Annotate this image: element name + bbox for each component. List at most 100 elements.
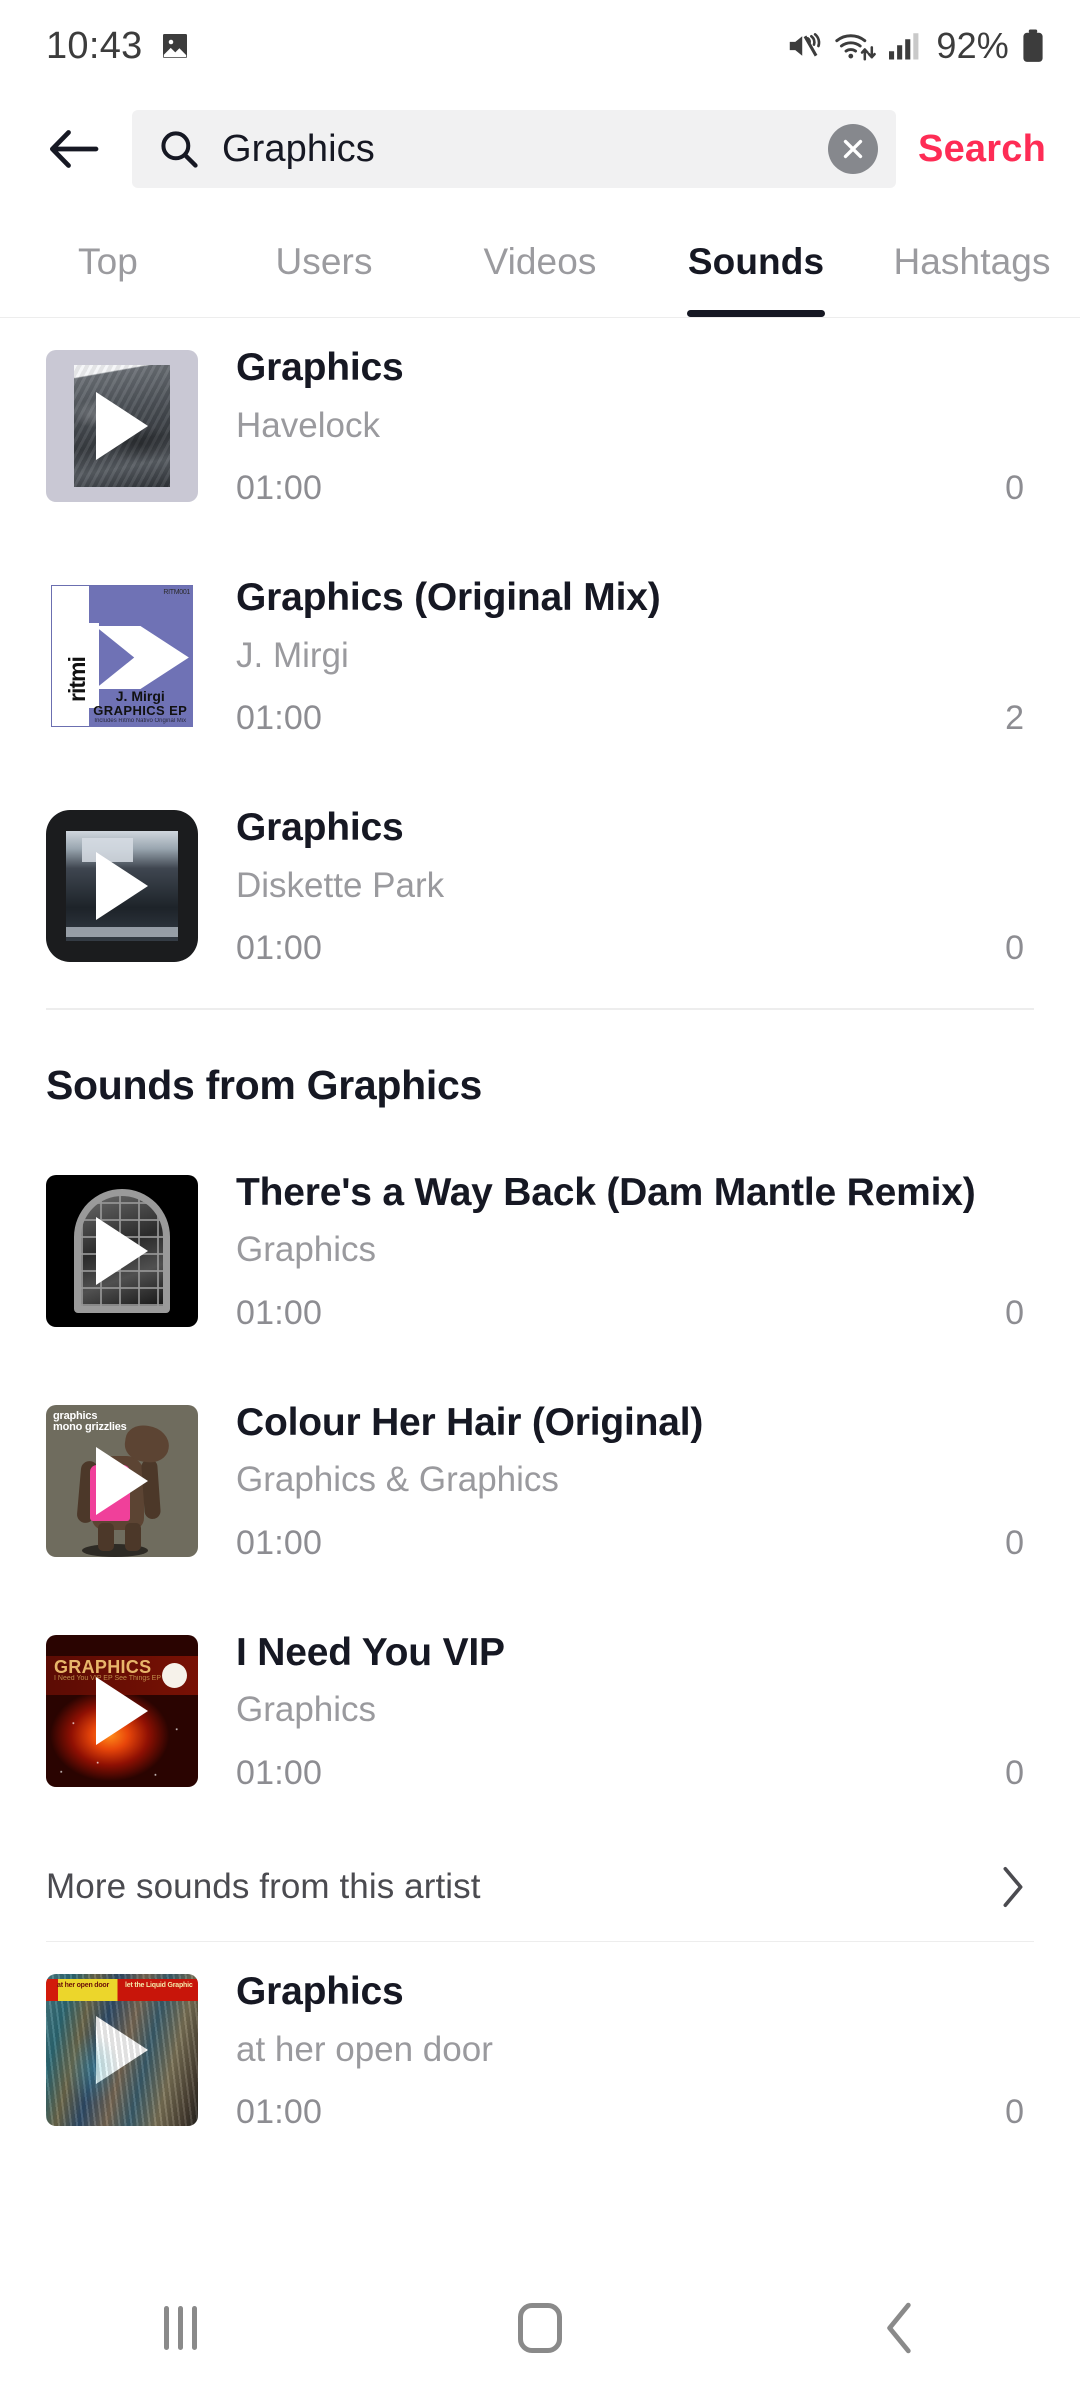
sound-artist: Graphics bbox=[236, 1690, 377, 1730]
artwork-credits: J. Mirgi GRAPHICS EP Includes Ritmo Nati… bbox=[89, 689, 192, 724]
sound-title: Graphics bbox=[236, 346, 404, 389]
recents-icon bbox=[163, 2305, 197, 2350]
artwork-note: Includes Ritmo Nativo Original Mix bbox=[94, 717, 187, 724]
status-bar-right: 92% bbox=[787, 25, 1046, 67]
sound-meta: 01:00 0 bbox=[236, 929, 1034, 968]
play-icon bbox=[96, 392, 148, 460]
tab-users[interactable]: Users bbox=[216, 206, 432, 317]
sound-duration: 01:00 bbox=[236, 2093, 323, 2132]
sound-meta: 01:00 0 bbox=[236, 1294, 1034, 1333]
sound-meta: 01:00 0 bbox=[236, 469, 1034, 508]
play-icon bbox=[96, 1446, 148, 1515]
search-header: Graphics Search bbox=[0, 92, 1080, 206]
sound-info: Colour Her Hair (Original) Graphics & Gr… bbox=[236, 1399, 1034, 1563]
clear-button[interactable] bbox=[828, 124, 879, 174]
nav-recents-button[interactable] bbox=[90, 2255, 270, 2400]
close-icon bbox=[843, 139, 863, 159]
battery-icon bbox=[1023, 29, 1043, 62]
artwork-banner-left: at her open door bbox=[57, 1982, 110, 1989]
status-time: 10:43 bbox=[46, 24, 143, 67]
sound-title: I Need You VIP bbox=[236, 1630, 505, 1674]
back-button[interactable] bbox=[34, 109, 114, 189]
artwork-release: GRAPHICS EP bbox=[93, 703, 188, 719]
more-sounds-row[interactable]: More sounds from this artist bbox=[0, 1833, 1080, 1941]
sound-artist: at her open door bbox=[236, 2029, 493, 2069]
home-icon bbox=[518, 2302, 562, 2353]
more-sounds-label: More sounds from this artist bbox=[46, 1866, 481, 1906]
play-icon bbox=[96, 1676, 148, 1745]
sound-thumbnail[interactable]: at her open door let the Liquid Graphic bbox=[46, 1974, 198, 2126]
section-heading: Sounds from Graphics bbox=[46, 1061, 482, 1108]
artwork-banner-right: let the Liquid Graphic bbox=[125, 1982, 193, 1989]
sound-usage-count: 0 bbox=[1005, 929, 1024, 968]
sound-info: Graphics (Original Mix) J. Mirgi 01:00 2 bbox=[236, 574, 1034, 738]
status-bar-left: 10:43 bbox=[46, 25, 191, 68]
artwork-catalog: RITM001 bbox=[163, 589, 190, 596]
status-bar: 10:43 92% bbox=[0, 0, 1080, 92]
sound-artist: Graphics bbox=[236, 1230, 377, 1270]
sound-meta: 01:00 0 bbox=[236, 1524, 1034, 1563]
list-item[interactable]: There's a Way Back (Dam Mantle Remix) Gr… bbox=[0, 1143, 1080, 1373]
nav-home-button[interactable] bbox=[450, 2255, 630, 2400]
search-input[interactable]: Graphics bbox=[132, 110, 897, 188]
sound-title: Graphics bbox=[236, 1970, 404, 2013]
sound-duration: 01:00 bbox=[236, 469, 323, 508]
sound-title: Colour Her Hair (Original) bbox=[236, 1400, 704, 1444]
search-tabs: Top Users Videos Sounds Hashtags bbox=[0, 206, 1080, 318]
search-submit-button[interactable]: Search bbox=[918, 128, 1054, 171]
list-item[interactable]: Graphics Diskette Park 01:00 0 bbox=[0, 778, 1080, 1008]
artwork-artist: J. Mirgi bbox=[115, 688, 165, 705]
sound-meta: 01:00 2 bbox=[236, 699, 1034, 738]
list-item[interactable]: GRAPHICS I Need You VIP EP See Things EP… bbox=[0, 1603, 1080, 1833]
sound-title: Graphics bbox=[236, 806, 404, 849]
sound-thumbnail[interactable]: graphics mono grizzlies bbox=[46, 1404, 198, 1557]
sound-thumbnail[interactable] bbox=[46, 350, 198, 502]
sound-usage-count: 0 bbox=[1005, 1753, 1024, 1792]
sound-duration: 01:00 bbox=[236, 1753, 323, 1792]
sound-duration: 01:00 bbox=[236, 1523, 323, 1562]
sound-usage-count: 0 bbox=[1005, 2093, 1024, 2132]
play-icon bbox=[96, 1216, 148, 1285]
tab-videos[interactable]: Videos bbox=[432, 206, 648, 317]
search-icon bbox=[158, 128, 200, 170]
signal-icon bbox=[889, 33, 919, 60]
list-item[interactable]: ritmi RITM001 J. Mirgi GRAPHICS EP Inclu… bbox=[0, 548, 1080, 778]
tab-hashtags[interactable]: Hashtags bbox=[864, 206, 1080, 317]
sound-title: Graphics (Original Mix) bbox=[236, 576, 661, 619]
sound-thumbnail[interactable] bbox=[46, 1174, 198, 1327]
sound-info: I Need You VIP Graphics 01:00 0 bbox=[236, 1629, 1034, 1793]
sound-thumbnail[interactable] bbox=[46, 810, 198, 962]
sound-info: Graphics Havelock 01:00 0 bbox=[236, 344, 1034, 508]
nav-back-icon bbox=[887, 2302, 911, 2353]
list-item[interactable]: graphics mono grizzlies Colour Her Hair … bbox=[0, 1373, 1080, 1603]
sound-artist: J. Mirgi bbox=[236, 635, 349, 675]
sound-artist: Diskette Park bbox=[236, 865, 445, 905]
sound-results-list[interactable]: Graphics Havelock 01:00 0 ritmi RITM001 … bbox=[0, 318, 1080, 2253]
sound-meta: 01:00 0 bbox=[236, 2093, 1034, 2132]
tab-top[interactable]: Top bbox=[0, 206, 216, 317]
tab-sounds[interactable]: Sounds bbox=[648, 206, 864, 317]
sound-info: Graphics Diskette Park 01:00 0 bbox=[236, 804, 1034, 968]
sound-thumbnail[interactable]: ritmi RITM001 J. Mirgi GRAPHICS EP Inclu… bbox=[46, 580, 198, 732]
search-query-text: Graphics bbox=[222, 127, 375, 170]
sound-duration: 01:00 bbox=[236, 929, 323, 968]
list-item[interactable]: Graphics Havelock 01:00 0 bbox=[0, 318, 1080, 548]
back-arrow-icon bbox=[49, 130, 99, 168]
sound-usage-count: 2 bbox=[1005, 699, 1024, 738]
nav-back-button[interactable] bbox=[810, 2255, 990, 2400]
sound-meta: 01:00 0 bbox=[236, 1754, 1034, 1793]
battery-percent: 92% bbox=[936, 25, 1009, 66]
sound-duration: 01:00 bbox=[236, 1293, 323, 1332]
sound-artist: Graphics & Graphics bbox=[236, 1460, 559, 1500]
sound-info: Graphics at her open door 01:00 0 bbox=[236, 1968, 1034, 2132]
sound-usage-count: 0 bbox=[1005, 469, 1024, 508]
sound-usage-count: 0 bbox=[1005, 1293, 1024, 1332]
sound-thumbnail[interactable]: GRAPHICS I Need You VIP EP See Things EP bbox=[46, 1634, 198, 1787]
artwork-label-bear: graphics mono grizzlies bbox=[53, 1409, 127, 1434]
wifi-icon bbox=[835, 34, 877, 61]
mute-icon bbox=[790, 33, 821, 57]
play-icon bbox=[96, 852, 148, 920]
play-icon bbox=[96, 2016, 148, 2084]
list-item[interactable]: at her open door let the Liquid Graphic … bbox=[0, 1942, 1080, 2172]
sound-info: There's a Way Back (Dam Mantle Remix) Gr… bbox=[236, 1169, 1034, 1333]
